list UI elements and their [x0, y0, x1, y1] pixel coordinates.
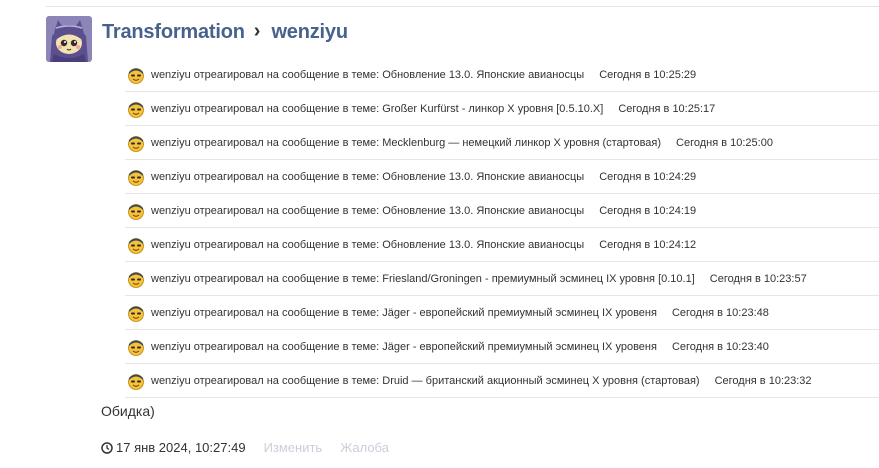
activity-time: Сегодня в 10:24:29	[599, 170, 697, 183]
reaction-smiley-icon	[128, 237, 144, 254]
activity-row: wenziyu отреагировал на сообщение в теме…	[125, 262, 879, 296]
activity-topic-link[interactable]: Großer Kurfürst - линкор X уровня [0.5.1…	[382, 103, 603, 115]
activity-actor[interactable]: wenziyu	[151, 307, 191, 319]
reaction-smiley-icon	[128, 169, 144, 186]
reaction-smiley-icon	[128, 339, 144, 356]
activity-time: Сегодня в 10:25:17	[618, 102, 716, 115]
activity-actor[interactable]: wenziyu	[151, 171, 191, 183]
activity-actor[interactable]: wenziyu	[151, 239, 191, 251]
activity-time: Сегодня в 10:24:19	[599, 204, 697, 217]
activity-row: wenziyu отреагировал на сообщение в теме…	[125, 194, 879, 228]
message-date[interactable]: 17 янв 2024, 10:27:49	[116, 440, 246, 455]
breadcrumb-user-link[interactable]: wenziyu	[271, 21, 348, 44]
activity-time: Сегодня в 10:23:32	[714, 374, 812, 387]
activity-topic-link[interactable]: Обновление 13.0. Японские авианосцы	[382, 239, 584, 251]
breadcrumb: Transformation › wenziyu	[102, 19, 348, 45]
activity-actor[interactable]: wenziyu	[151, 137, 191, 149]
activity-actor[interactable]: wenziyu	[151, 375, 191, 387]
message-text: Обидка)	[101, 403, 155, 419]
activity-topic-link[interactable]: Обновление 13.0. Японские авианосцы	[382, 171, 584, 183]
activity-action: отреагировал на сообщение в теме:	[193, 374, 380, 387]
chevron-right-icon: ›	[253, 19, 261, 42]
activity-row: wenziyu отреагировал на сообщение в теме…	[125, 228, 879, 262]
activity-action: отреагировал на сообщение в теме:	[193, 272, 380, 285]
top-divider	[46, 6, 879, 7]
activity-time: Сегодня в 10:25:29	[599, 68, 697, 81]
activity-action: отреагировал на сообщение в теме:	[193, 306, 380, 319]
edit-link[interactable]: Изменить	[264, 440, 323, 455]
activity-row: wenziyu отреагировал на сообщение в теме…	[125, 296, 879, 330]
activity-action: отреагировал на сообщение в теме:	[193, 170, 380, 183]
reaction-smiley-icon	[128, 203, 144, 220]
activity-row: wenziyu отреагировал на сообщение в теме…	[125, 364, 879, 398]
activity-action: отреагировал на сообщение в теме:	[193, 204, 380, 217]
activity-topic-link[interactable]: Обновление 13.0. Японские авианосцы	[382, 69, 584, 81]
activity-actor[interactable]: wenziyu	[151, 205, 191, 217]
reaction-smiley-icon	[128, 305, 144, 322]
activity-topic-link[interactable]: Обновление 13.0. Японские авианосцы	[382, 205, 584, 217]
activity-topic-link[interactable]: Jäger - европейский премиумный эсминец I…	[382, 341, 657, 353]
reaction-smiley-icon	[128, 135, 144, 152]
activity-time: Сегодня в 10:23:40	[671, 340, 769, 353]
breadcrumb-section-link[interactable]: Transformation	[102, 21, 245, 44]
activity-actor[interactable]: wenziyu	[151, 103, 191, 115]
activity-action: отреагировал на сообщение в теме:	[193, 238, 380, 251]
message-meta: 17 янв 2024, 10:27:49 Изменить Жалоба	[101, 440, 389, 455]
activity-time: Сегодня в 10:23:48	[671, 306, 769, 319]
activity-actor[interactable]: wenziyu	[151, 69, 191, 81]
activity-action: отреагировал на сообщение в теме:	[193, 68, 380, 81]
activity-topic-link[interactable]: Druid — британский акционный эсминец X у…	[382, 375, 699, 387]
activity-row: wenziyu отреагировал на сообщение в теме…	[125, 330, 879, 364]
activity-feed: wenziyu отреагировал на сообщение в теме…	[125, 58, 879, 398]
activity-row: wenziyu отреагировал на сообщение в теме…	[125, 92, 879, 126]
activity-action: отреагировал на сообщение в теме:	[193, 136, 380, 149]
reaction-smiley-icon	[128, 67, 144, 84]
reaction-smiley-icon	[128, 271, 144, 288]
activity-action: отреагировал на сообщение в теме:	[193, 340, 380, 353]
report-link[interactable]: Жалоба	[340, 440, 389, 455]
activity-time: Сегодня в 10:23:57	[709, 272, 807, 285]
activity-actor[interactable]: wenziyu	[151, 341, 191, 353]
user-avatar[interactable]	[46, 16, 92, 62]
activity-topic-link[interactable]: Mecklenburg — немецкий линкор X уровня (…	[382, 137, 661, 149]
activity-row: wenziyu отреагировал на сообщение в теме…	[125, 160, 879, 194]
activity-row: wenziyu отреагировал на сообщение в теме…	[125, 58, 879, 92]
activity-time: Сегодня в 10:25:00	[676, 136, 773, 149]
activity-topic-link[interactable]: Friesland/Groningen - премиумный эсминец…	[382, 273, 695, 285]
clock-icon	[101, 441, 113, 454]
purple-cat-avatar-icon	[46, 16, 92, 62]
activity-time: Сегодня в 10:24:12	[599, 238, 697, 251]
activity-topic-link[interactable]: Jäger - европейский премиумный эсминец I…	[382, 307, 657, 319]
reaction-smiley-icon	[128, 101, 144, 118]
activity-action: отреагировал на сообщение в теме:	[193, 102, 380, 115]
activity-actor[interactable]: wenziyu	[151, 273, 191, 285]
activity-row: wenziyu отреагировал на сообщение в теме…	[125, 126, 879, 160]
reaction-smiley-icon	[128, 373, 144, 390]
